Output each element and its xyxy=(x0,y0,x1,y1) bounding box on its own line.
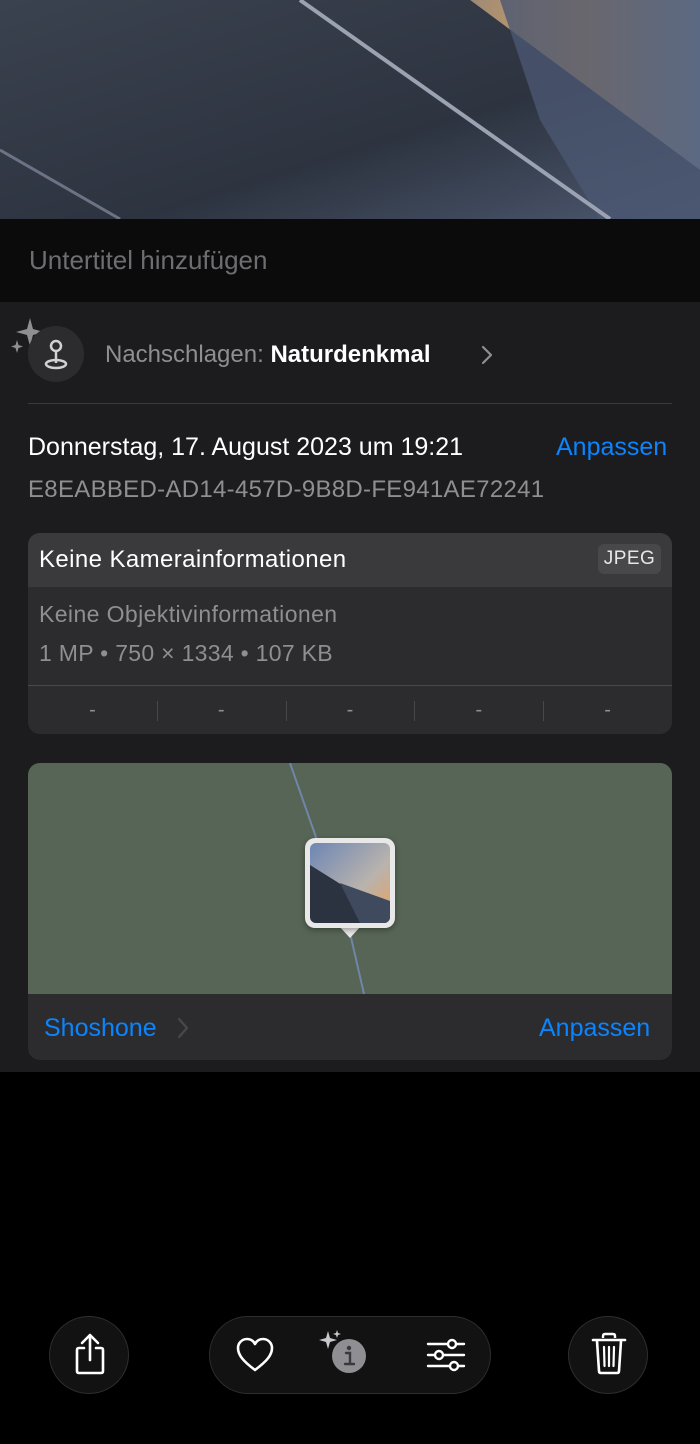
capture-date: Donnerstag, 17. August 2023 um 19:21 xyxy=(28,433,464,461)
info-icon[interactable] xyxy=(318,1329,372,1379)
delete-button[interactable] xyxy=(568,1316,648,1394)
share-button[interactable] xyxy=(49,1316,129,1394)
caption-field[interactable]: Untertitel hinzufügen xyxy=(29,245,267,276)
location-card: Shoshone Anpassen xyxy=(28,763,672,1060)
chevron-right-icon xyxy=(481,345,493,365)
lookup-subject: Naturdenkmal xyxy=(270,341,431,368)
location-map[interactable] xyxy=(28,763,672,994)
photo-map-pin[interactable] xyxy=(305,838,395,928)
exif-focal-length: - xyxy=(156,686,286,734)
trash-icon xyxy=(591,1332,627,1375)
camera-title: Keine Kamerainformationen xyxy=(39,546,347,573)
adjust-date-button[interactable]: Anpassen xyxy=(556,433,667,462)
exif-aperture: - xyxy=(414,686,543,734)
chevron-right-icon xyxy=(177,1017,189,1039)
share-icon xyxy=(75,1333,105,1375)
exif-shutter: - xyxy=(543,686,672,734)
heart-icon[interactable] xyxy=(235,1336,275,1374)
lookup-link[interactable]: Nachschlagen: Naturdenkmal xyxy=(105,341,430,369)
exif-exposure-bias: - xyxy=(285,686,415,734)
divider xyxy=(28,403,672,404)
image-specs: 1 MP • 750 × 1334 • 107 KB xyxy=(39,640,333,666)
photo-preview[interactable] xyxy=(0,0,700,219)
camera-info-card: Keine Kamerainformationen JPEG Keine Obj… xyxy=(28,533,672,734)
adjust-location-button[interactable]: Anpassen xyxy=(539,1014,650,1043)
pin-thumbnail xyxy=(310,843,390,923)
asset-identifier: E8EABBED-AD14-457D-9B8D-FE941AE72241 xyxy=(28,476,545,503)
format-badge: JPEG xyxy=(598,544,661,574)
adjust-sliders-icon[interactable] xyxy=(425,1336,467,1374)
lookup-prefix: Nachschlagen: xyxy=(105,341,264,368)
lookup-landmark-icon[interactable] xyxy=(28,326,84,382)
landscape-photo xyxy=(0,0,700,219)
exif-row: - - - - - xyxy=(28,686,672,734)
action-pill xyxy=(209,1316,491,1394)
exif-iso: - xyxy=(89,699,96,721)
location-name-link[interactable]: Shoshone xyxy=(44,1014,157,1043)
lens-info: Keine Objektivinformationen xyxy=(39,601,338,627)
